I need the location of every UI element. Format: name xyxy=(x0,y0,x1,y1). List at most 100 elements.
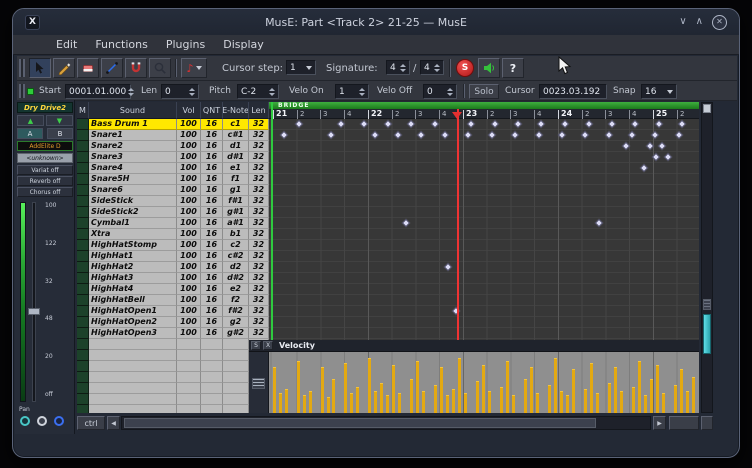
drum-enote[interactable]: c#2 xyxy=(223,251,249,262)
velocity-bar[interactable] xyxy=(392,365,395,413)
drum-len[interactable]: 32 xyxy=(249,306,269,317)
controller-list-icon[interactable] xyxy=(252,378,265,389)
mute-cell[interactable] xyxy=(77,152,89,163)
note-diamond[interactable] xyxy=(664,153,672,161)
note-diamond[interactable] xyxy=(605,131,613,139)
mute-cell[interactable] xyxy=(77,196,89,207)
spinner-arrows-icon[interactable] xyxy=(359,88,365,96)
velocity-bar[interactable] xyxy=(327,397,330,413)
mute-cell[interactable] xyxy=(77,174,89,185)
magnet-tool-button[interactable] xyxy=(125,58,147,78)
mute-cell[interactable] xyxy=(77,240,89,251)
drum-row[interactable]: Snare610016g132 xyxy=(77,185,269,196)
velocity-bar[interactable] xyxy=(482,365,485,413)
menu-item-display[interactable]: Display xyxy=(214,36,273,53)
record-arm-up-button[interactable]: ▲ xyxy=(17,115,44,126)
output-port-display[interactable]: AddElite D xyxy=(17,141,73,151)
drum-len[interactable]: 32 xyxy=(249,328,269,339)
drum-qnt[interactable]: 16 xyxy=(201,119,223,130)
velo-on-input[interactable]: 1 xyxy=(335,84,369,99)
note-diamond[interactable] xyxy=(464,131,472,139)
mute-cell[interactable] xyxy=(77,251,89,262)
velocity-bar[interactable] xyxy=(303,395,306,413)
note-diamond[interactable] xyxy=(280,131,288,139)
midi-thru-knob[interactable] xyxy=(37,416,47,426)
help-button[interactable]: ? xyxy=(502,58,524,78)
input-routing-knob[interactable] xyxy=(54,416,64,426)
drum-len[interactable]: 32 xyxy=(249,218,269,229)
volume-slider-handle[interactable] xyxy=(28,308,40,315)
drum-qnt[interactable]: 16 xyxy=(201,295,223,306)
drum-qnt[interactable]: 16 xyxy=(201,196,223,207)
menu-item-plugins[interactable]: Plugins xyxy=(157,36,214,53)
drum-vol[interactable]: 100 xyxy=(177,152,201,163)
drum-enote[interactable]: f2 xyxy=(223,295,249,306)
drum-len[interactable]: 32 xyxy=(249,141,269,152)
drum-qnt[interactable]: 16 xyxy=(201,240,223,251)
pointer-tool-button[interactable] xyxy=(29,58,51,78)
drum-vol[interactable]: 100 xyxy=(177,185,201,196)
drum-row[interactable]: Snare310016d#132 xyxy=(77,152,269,163)
note-diamond[interactable] xyxy=(581,131,589,139)
controller-select-button[interactable]: ctrl xyxy=(77,416,105,430)
horizontal-scrollbar[interactable] xyxy=(121,416,651,430)
drum-vol[interactable]: 100 xyxy=(177,240,201,251)
drum-qnt[interactable]: 16 xyxy=(201,130,223,141)
mute-cell[interactable] xyxy=(77,119,89,130)
velocity-bar[interactable] xyxy=(530,367,533,413)
velocity-bar[interactable] xyxy=(452,389,455,413)
drum-enote[interactable]: c1 xyxy=(223,119,249,130)
drum-row[interactable]: HighHatOpen110016f#232 xyxy=(77,306,269,317)
note-grid[interactable] xyxy=(269,119,699,340)
velocity-bar[interactable] xyxy=(297,361,300,413)
drum-vol[interactable]: 100 xyxy=(177,306,201,317)
strip-control-2[interactable]: Chorus off xyxy=(17,187,73,197)
velocity-bar[interactable] xyxy=(488,391,491,413)
drum-len[interactable]: 32 xyxy=(249,262,269,273)
velocity-bar[interactable] xyxy=(590,363,593,413)
note-diamond[interactable] xyxy=(646,142,654,150)
drum-len[interactable]: 32 xyxy=(249,130,269,141)
signature-denominator-spinbox[interactable]: 4 xyxy=(420,60,444,75)
velocity-bar[interactable] xyxy=(464,393,467,413)
note-diamond[interactable] xyxy=(488,131,496,139)
note-diamond[interactable] xyxy=(585,120,593,128)
velocity-bar[interactable] xyxy=(500,387,503,413)
mute-cell[interactable] xyxy=(77,273,89,284)
note-diamond[interactable] xyxy=(608,120,616,128)
velocity-bar[interactable] xyxy=(410,379,413,413)
drum-enote[interactable]: e2 xyxy=(223,284,249,295)
note-diamond[interactable] xyxy=(417,131,425,139)
toolbar-drag-handle[interactable] xyxy=(19,59,25,77)
spinner-arrows-icon[interactable] xyxy=(189,88,195,96)
toolbar-drag-handle[interactable] xyxy=(19,84,25,98)
velocity-bar[interactable] xyxy=(321,367,324,413)
drum-enote[interactable]: d#2 xyxy=(223,273,249,284)
note-diamond[interactable] xyxy=(514,120,522,128)
timeline-ruler[interactable]: BRIDGE 21234222342323424234252 xyxy=(269,102,699,119)
drum-qnt[interactable]: 16 xyxy=(201,163,223,174)
drum-enote[interactable]: c#1 xyxy=(223,130,249,141)
strip-control-1[interactable]: Reverb off xyxy=(17,176,73,186)
zoom-tool-button[interactable] xyxy=(149,58,171,78)
velocity-bar[interactable] xyxy=(608,383,611,413)
drum-qnt[interactable]: 16 xyxy=(201,141,223,152)
mute-cell[interactable] xyxy=(77,185,89,196)
note-diamond[interactable] xyxy=(658,142,666,150)
note-diamond[interactable] xyxy=(561,120,569,128)
drum-len[interactable]: 32 xyxy=(249,119,269,130)
drum-len[interactable]: 32 xyxy=(249,229,269,240)
velocity-bar[interactable] xyxy=(368,358,371,413)
line-draw-tool-button[interactable] xyxy=(101,58,123,78)
drum-qnt[interactable]: 16 xyxy=(201,317,223,328)
velocity-bar[interactable] xyxy=(350,393,353,413)
note-diamond[interactable] xyxy=(631,120,639,128)
drum-enote[interactable]: g#2 xyxy=(223,328,249,339)
drum-qnt[interactable]: 16 xyxy=(201,207,223,218)
title-bar[interactable]: X MusE: Part <Track 2> 21-25 — MusE ∨ ∧ … xyxy=(13,9,739,35)
drum-row[interactable]: HighHatOpen310016g#232 xyxy=(77,328,269,339)
drum-len[interactable]: 32 xyxy=(249,251,269,262)
drum-vol[interactable]: 100 xyxy=(177,295,201,306)
drum-row[interactable]: Snare410016e132 xyxy=(77,163,269,174)
drum-enote[interactable]: d1 xyxy=(223,141,249,152)
